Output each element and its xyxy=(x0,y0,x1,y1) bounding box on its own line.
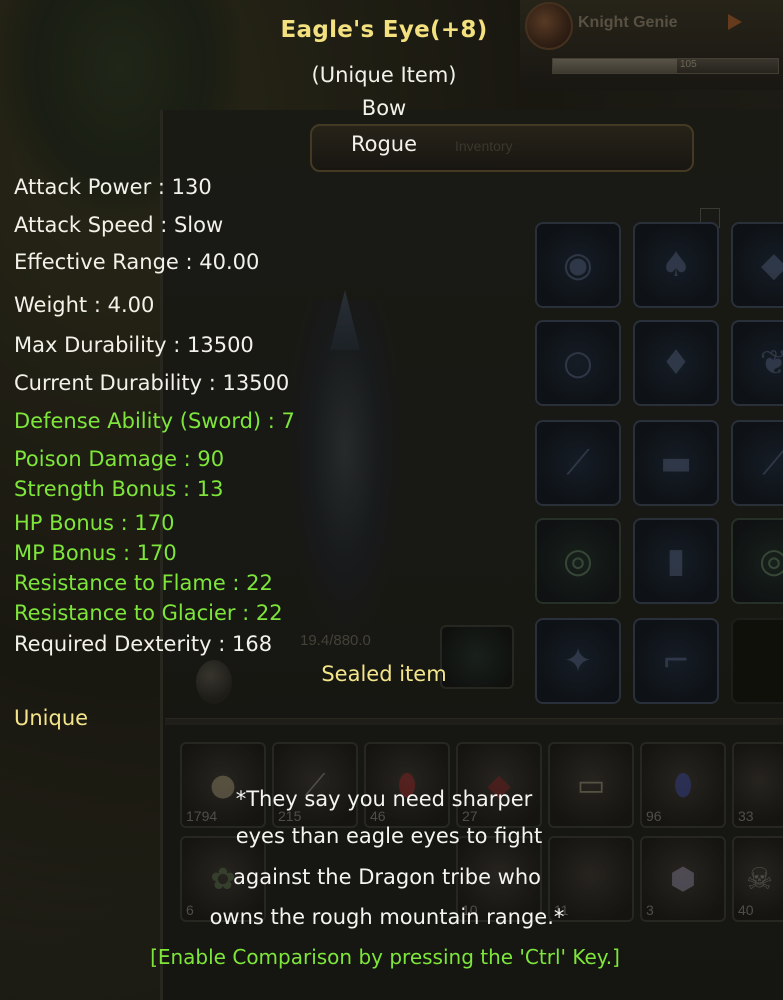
lore-line: *They say you need sharper xyxy=(235,787,533,811)
lore-line: eyes than eagle eyes to fight xyxy=(235,824,543,848)
stat-effective-range: Effective Range : 40.00 xyxy=(14,250,260,274)
stat-mp-bonus: MP Bonus : 170 xyxy=(14,541,177,565)
item-tooltip: Eagle's Eye(+8) (Unique Item) Bow Rogue … xyxy=(0,0,783,1000)
item-name: Eagle's Eye(+8) xyxy=(280,17,488,43)
lore-line: owns the rough mountain range.* xyxy=(209,905,565,929)
stat-resistance-flame: Resistance to Flame : 22 xyxy=(14,571,273,595)
stat-defense-ability-sword: Defense Ability (Sword) : 7 xyxy=(14,409,295,433)
stat-resistance-glacier: Resistance to Glacier : 22 xyxy=(14,601,283,625)
lore-line: against the Dragon tribe who xyxy=(233,865,541,889)
stat-hp-bonus: HP Bonus : 170 xyxy=(14,511,175,535)
item-class: Rogue xyxy=(350,132,418,156)
stat-weight: Weight : 4.00 xyxy=(14,293,155,317)
sealed-item-label: Sealed item xyxy=(321,662,447,686)
stat-required-dexterity: Required Dexterity : 168 xyxy=(14,632,273,656)
stat-current-durability: Current Durability : 13500 xyxy=(14,371,290,395)
comparison-hint: [Enable Comparison by pressing the 'Ctrl… xyxy=(150,945,620,969)
stat-poison-damage: Poison Damage : 90 xyxy=(14,447,225,471)
stat-attack-speed: Attack Speed : Slow xyxy=(14,213,224,237)
stat-max-durability: Max Durability : 13500 xyxy=(14,333,254,357)
item-rarity: (Unique Item) xyxy=(311,63,457,87)
item-type: Bow xyxy=(361,96,407,120)
stat-strength-bonus: Strength Bonus : 13 xyxy=(14,477,224,501)
unique-label: Unique xyxy=(14,706,89,730)
stat-attack-power: Attack Power : 130 xyxy=(14,175,212,199)
